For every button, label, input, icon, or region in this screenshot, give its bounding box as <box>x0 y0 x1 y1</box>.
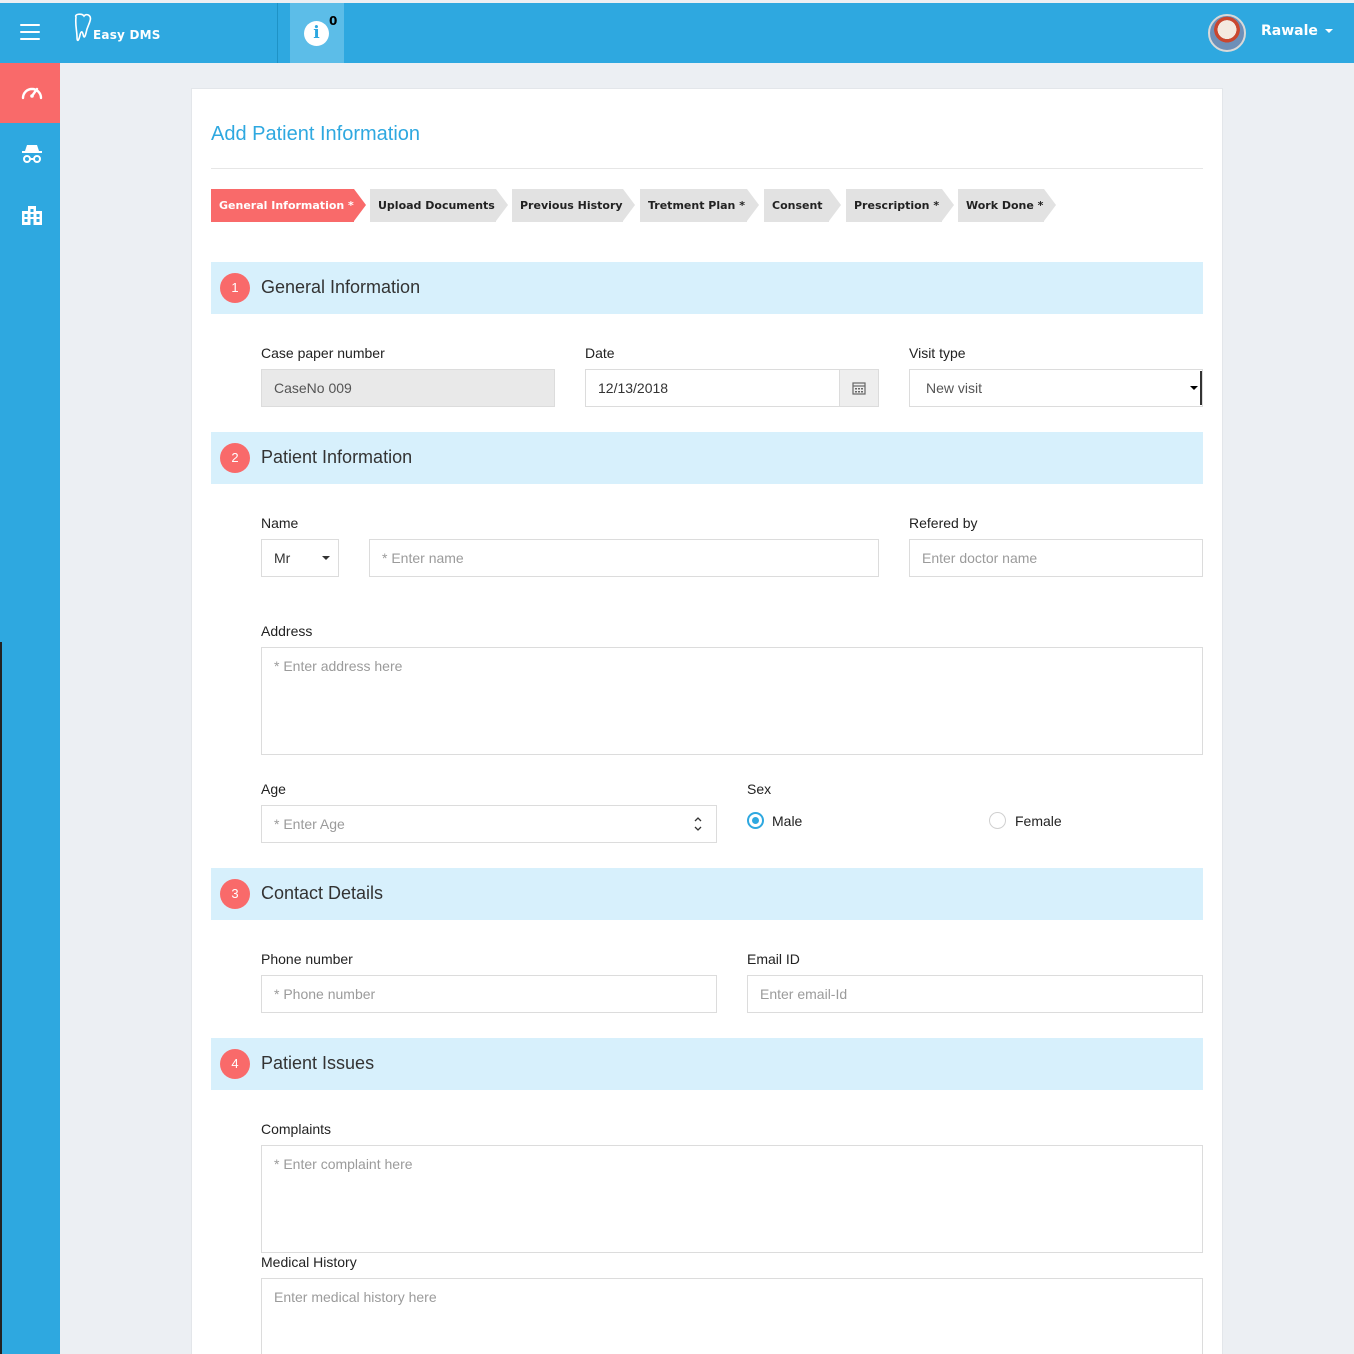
select-scrollbar <box>1200 371 1202 405</box>
number-spinner-icon[interactable] <box>694 814 702 834</box>
info-icon: i <box>304 21 329 46</box>
visit-type-select[interactable]: New visit <box>909 369 1203 407</box>
section-title: Patient Issues <box>261 1053 375 1073</box>
main-card: Add Patient Information General Informat… <box>191 88 1223 1354</box>
notifications-button[interactable]: i 0 <box>290 3 344 63</box>
chevron-down-icon <box>1324 29 1333 33</box>
step-previous-history[interactable]: Previous History <box>512 189 635 222</box>
user-menu[interactable]: Rawale <box>1261 23 1333 39</box>
sidebar-item-patients[interactable] <box>0 124 60 184</box>
name-label: Name <box>261 515 299 531</box>
sidebar-item-clinic[interactable] <box>0 185 60 245</box>
referred-by-input[interactable]: Enter doctor name <box>909 539 1203 577</box>
email-label: Email ID <box>747 951 800 967</box>
sex-male-radio[interactable] <box>747 812 764 829</box>
visit-type-label: Visit type <box>909 345 966 361</box>
section-general-information: 1 General Information <box>211 262 1203 314</box>
hamburger-menu-icon[interactable] <box>20 24 40 40</box>
section-number: 4 <box>220 1049 250 1079</box>
case-paper-label: Case paper number <box>261 345 385 361</box>
name-input[interactable]: * Enter name <box>369 539 879 577</box>
page-title: Add Patient Information <box>211 123 421 145</box>
tooth-icon <box>74 13 92 42</box>
notification-count: 0 <box>329 14 338 28</box>
sex-female-radio[interactable] <box>989 812 1006 829</box>
complaints-textarea[interactable]: * Enter complaint here <box>261 1145 1203 1253</box>
chevron-down-icon <box>322 556 330 560</box>
sex-label: Sex <box>747 781 772 797</box>
step-upload-documents[interactable]: Upload Documents <box>370 189 508 222</box>
case-paper-input: CaseNo 009 <box>261 369 555 407</box>
section-number: 1 <box>220 273 250 303</box>
sidebar <box>0 63 60 1354</box>
address-textarea[interactable]: * Enter address here <box>261 647 1203 755</box>
sidebar-item-dashboard[interactable] <box>0 63 60 123</box>
step-treatment-plan[interactable]: Tretment Plan * <box>640 189 759 222</box>
phone-label: Phone number <box>261 951 353 967</box>
section-number: 2 <box>220 443 250 473</box>
date-input[interactable]: 12/13/2018 <box>585 369 879 407</box>
calendar-icon <box>852 382 866 395</box>
referred-by-label: Refered by <box>909 515 978 531</box>
brand-prefix: Easy <box>93 28 126 42</box>
section-number: 3 <box>220 879 250 909</box>
user-name: Rawale <box>1261 23 1318 39</box>
sex-male-label: Male <box>772 813 803 829</box>
visit-type-value: New visit <box>926 380 983 396</box>
section-title: General Information <box>261 277 421 297</box>
building-icon <box>22 206 42 225</box>
section-title: Contact Details <box>261 883 384 903</box>
brand-logo[interactable]: Easy DMS <box>60 3 278 63</box>
complaints-label: Complaints <box>261 1121 332 1137</box>
step-work-done[interactable]: Work Done * <box>958 189 1056 222</box>
salutation-select[interactable]: Mr <box>261 539 339 577</box>
window-edge <box>0 642 2 1354</box>
sex-female-label: Female <box>1015 813 1062 829</box>
dashboard-gauge-icon <box>21 87 43 100</box>
top-navbar: Easy DMS i 0 Rawale <box>0 3 1354 63</box>
phone-input[interactable]: * Phone number <box>261 975 717 1013</box>
brand-suffix: DMS <box>129 28 161 42</box>
date-value: 12/13/2018 <box>598 380 669 396</box>
calendar-button[interactable] <box>839 370 878 406</box>
age-label: Age <box>261 781 286 797</box>
salutation-value: Mr <box>274 550 291 566</box>
medical-history-textarea[interactable]: Enter medical history here <box>261 1278 1203 1354</box>
user-avatar[interactable] <box>1208 14 1246 52</box>
address-label: Address <box>261 623 313 639</box>
section-title: Patient Information <box>261 447 413 467</box>
step-consent[interactable]: Consent <box>764 189 841 222</box>
medical-history-label: Medical History <box>261 1254 357 1270</box>
section-patient-issues: 4 Patient Issues <box>211 1038 1203 1090</box>
brand-name: Easy DMS <box>93 28 161 42</box>
age-input[interactable]: * Enter Age <box>261 805 717 843</box>
date-label: Date <box>585 345 615 361</box>
email-input[interactable]: Enter email-Id <box>747 975 1203 1013</box>
chevron-down-icon <box>1190 386 1198 390</box>
incognito-user-icon <box>22 145 42 163</box>
title-divider <box>211 168 1203 169</box>
step-prescription[interactable]: Prescription * <box>846 189 954 222</box>
step-general-information[interactable]: General Information * <box>211 189 366 222</box>
age-placeholder: * Enter Age <box>274 816 345 832</box>
section-patient-information: 2 Patient Information <box>211 432 1203 484</box>
section-contact-details: 3 Contact Details <box>211 868 1203 920</box>
